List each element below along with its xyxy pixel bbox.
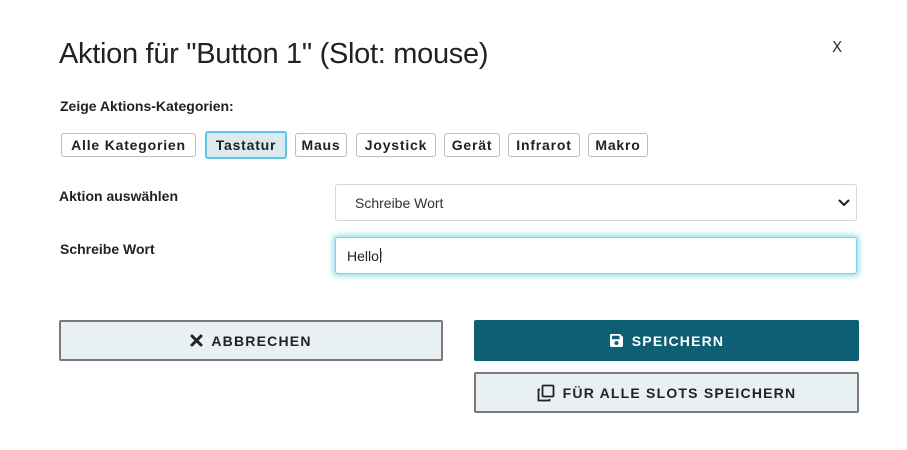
text-caret — [379, 248, 381, 263]
save-button[interactable]: SPEICHERN — [474, 320, 859, 361]
chevron-down-icon — [838, 199, 850, 206]
action-dialog: Aktion für "Button 1" (Slot: mouse) X Ze… — [0, 0, 907, 450]
close-icon[interactable]: X — [832, 38, 842, 56]
category-macro-button[interactable]: Makro — [588, 133, 648, 157]
category-device-button[interactable]: Gerät — [444, 133, 500, 157]
save-all-slots-button[interactable]: FÜR ALLE SLOTS SPEICHERN — [474, 372, 859, 413]
action-select[interactable]: Schreibe Wort — [335, 184, 857, 221]
categories-label: Zeige Aktions-Kategorien: — [60, 98, 234, 114]
cancel-button-label: ABBRECHEN — [211, 332, 312, 349]
action-select-value: Schreibe Wort — [355, 195, 444, 211]
word-input-value: Hello! — [347, 248, 383, 264]
action-select-label: Aktion auswählen — [59, 188, 179, 204]
copy-icon — [537, 384, 555, 401]
category-all-button[interactable]: Alle Kategorien — [61, 133, 196, 157]
times-icon — [190, 334, 203, 347]
dialog-title: Aktion für "Button 1" (Slot: mouse) — [59, 38, 489, 70]
save-button-label: SPEICHERN — [631, 332, 725, 349]
category-joystick-button[interactable]: Joystick — [356, 133, 436, 157]
word-input[interactable]: Hello! — [335, 237, 857, 274]
category-infrared-button[interactable]: Infrarot — [508, 133, 580, 157]
floppy-disk-icon — [609, 334, 623, 347]
cancel-button[interactable]: ABBRECHEN — [59, 320, 443, 361]
word-input-label: Schreibe Wort — [60, 241, 155, 257]
category-mouse-button[interactable]: Maus — [295, 133, 347, 157]
save-all-slots-button-label: FÜR ALLE SLOTS SPEICHERN — [562, 384, 797, 401]
category-keyboard-button[interactable]: Tastatur — [205, 131, 287, 159]
